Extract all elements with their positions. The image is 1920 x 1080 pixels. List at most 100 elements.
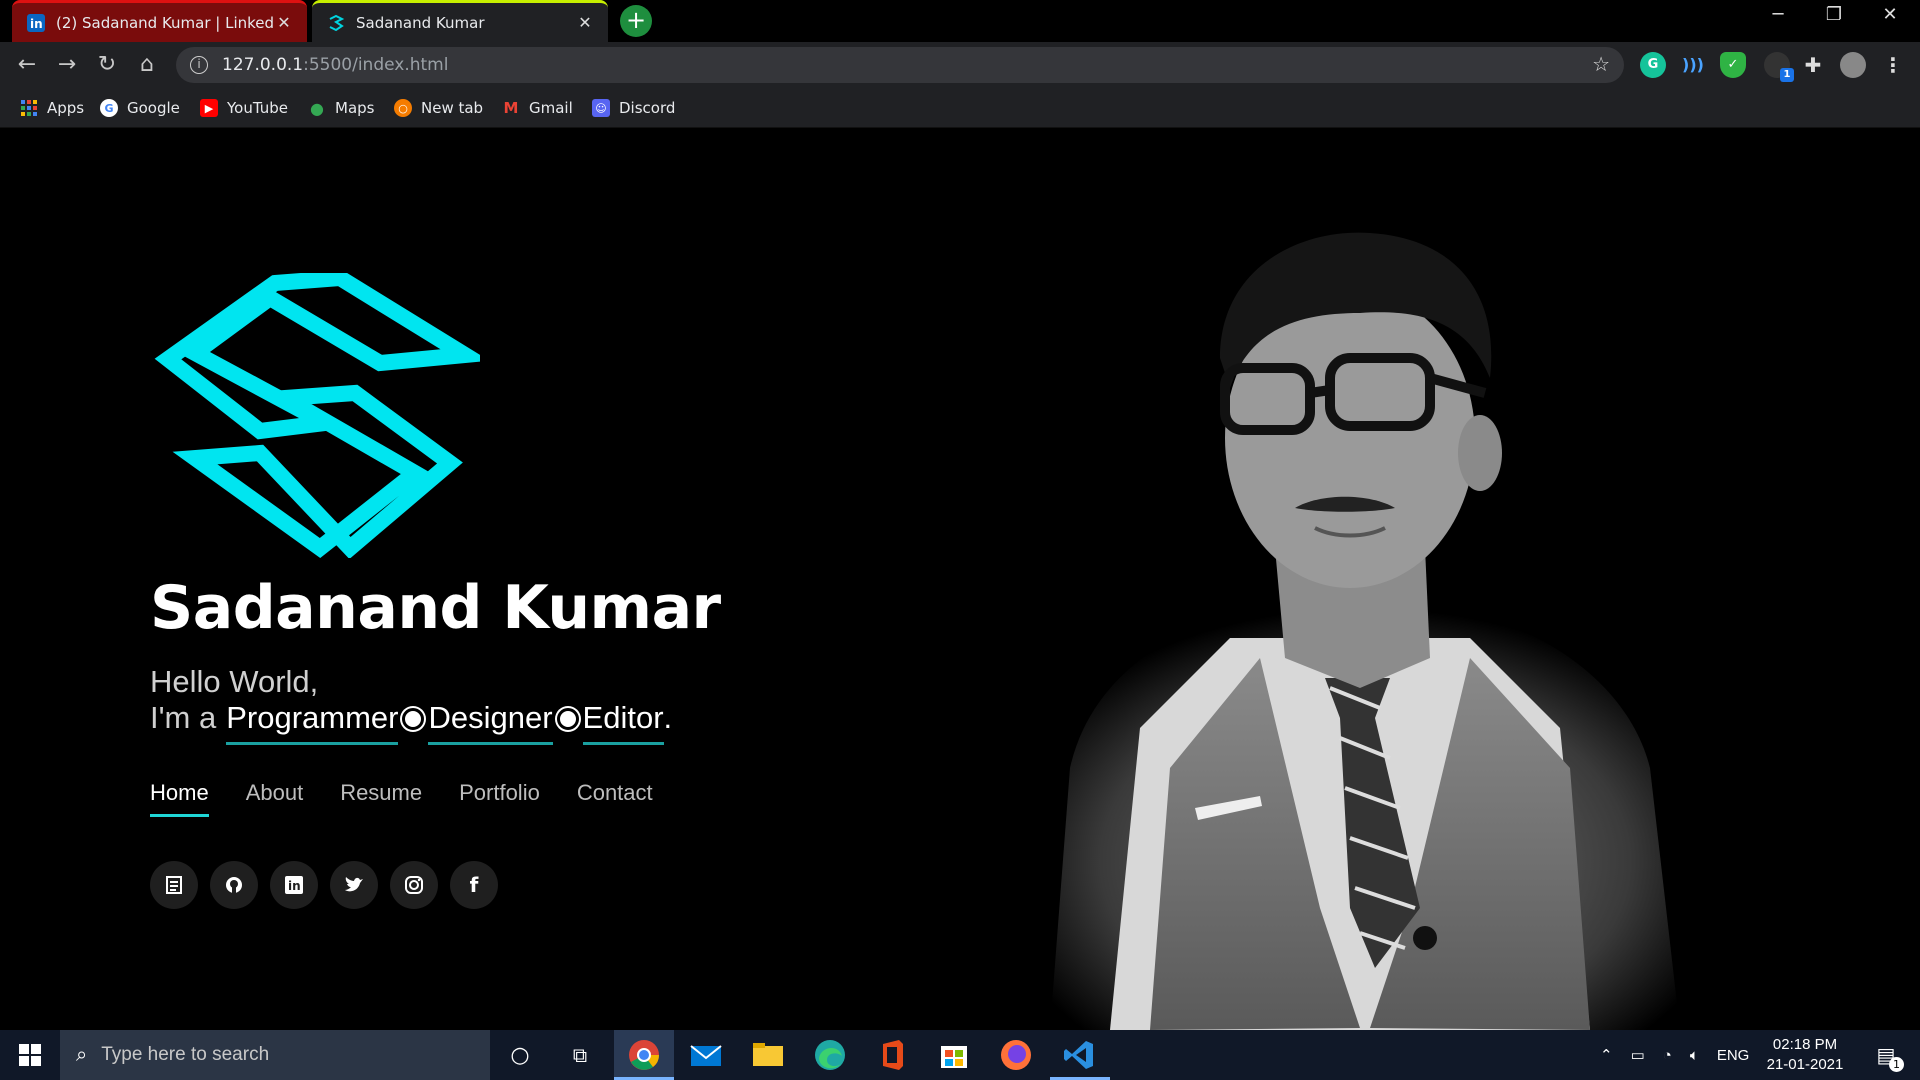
tab-linkedin[interactable]: in (2) Sadanand Kumar | LinkedIn ✕ <box>12 0 307 42</box>
close-icon[interactable]: ✕ <box>275 13 293 32</box>
maps-pin-icon: ● <box>310 98 324 118</box>
office-icon[interactable] <box>875 1038 909 1072</box>
bookmark-discord[interactable]: ☺ Discord <box>592 96 675 120</box>
search-icon: ⌕ <box>76 1043 88 1066</box>
more-menu-icon[interactable]: ⋮ <box>1880 52 1906 78</box>
extension-badge-icon[interactable]: 1 <box>1764 52 1794 82</box>
reload-icon[interactable]: ↻ <box>92 50 122 80</box>
s-logo-icon <box>326 13 346 33</box>
notification-icon[interactable]: ▤ 1 <box>1866 1030 1906 1080</box>
tab-sadanand[interactable]: Sadanand Kumar ✕ <box>312 0 608 42</box>
url-path: :5500/index.html <box>303 55 449 75</box>
tab-title: (2) Sadanand Kumar | LinkedIn <box>56 13 275 32</box>
profile-photo <box>1050 232 1680 1030</box>
bookmark-label: New tab <box>421 99 484 117</box>
window-close-icon[interactable]: ✕ <box>1870 4 1910 25</box>
language-indicator[interactable]: ENG <box>1717 1047 1750 1064</box>
social-links: in f <box>150 861 498 909</box>
cortana-icon[interactable]: ○ <box>500 1030 540 1080</box>
clock[interactable]: 02:18 PM 21-01-2021 <box>1760 1035 1850 1075</box>
facebook-icon[interactable]: f <box>450 861 498 909</box>
restore-icon[interactable]: ❐ <box>1814 4 1854 25</box>
chevron-up-icon[interactable]: ⌃ <box>1600 1046 1613 1064</box>
role-editor: Editor <box>582 700 664 745</box>
file-explorer-icon[interactable] <box>751 1038 785 1072</box>
chrome-icon[interactable] <box>627 1038 661 1072</box>
nav-portfolio[interactable]: Portfolio <box>459 780 540 817</box>
bookmark-label: Gmail <box>529 99 573 117</box>
separator-dot <box>556 708 579 730</box>
wifi-icon[interactable]: ◔ <box>1663 1047 1672 1064</box>
new-tab-button[interactable]: + <box>620 5 652 37</box>
bookmark-label: Apps <box>47 99 85 117</box>
bookmark-apps[interactable]: Apps <box>20 96 84 120</box>
nav-contact[interactable]: Contact <box>577 780 653 817</box>
windows-start-icon[interactable] <box>0 1030 60 1080</box>
bookmarks-bar: Apps G Google ▶ YouTube ● Maps ○ New tab… <box>0 88 1920 128</box>
puzzle-icon[interactable]: ✚ <box>1800 52 1826 78</box>
bookmark-label: Discord <box>619 99 676 117</box>
date: 21-01-2021 <box>1766 1056 1844 1073</box>
minimize-icon[interactable]: ─ <box>1758 4 1798 25</box>
new-tab-icon: ○ <box>394 99 412 117</box>
bookmark-new-tab[interactable]: ○ New tab <box>394 96 483 120</box>
notification-count: 1 <box>1889 1057 1904 1072</box>
nav-home[interactable]: Home <box>150 780 209 817</box>
document-icon[interactable] <box>150 861 198 909</box>
shield-icon[interactable]: ✓ <box>1720 52 1746 78</box>
avatar[interactable] <box>1840 52 1866 78</box>
period: . <box>663 700 673 735</box>
bookmark-gmail[interactable]: M Gmail <box>502 96 573 120</box>
mail-icon[interactable] <box>689 1038 723 1072</box>
time: 02:18 PM <box>1772 1036 1838 1053</box>
grammarly-icon[interactable]: G <box>1640 52 1666 78</box>
info-icon[interactable]: i <box>190 56 208 74</box>
site-nav: Home About Resume Portfolio Contact <box>150 780 653 817</box>
site-name: Sadanand Kumar <box>150 573 721 643</box>
im-a-text: I'm a <box>150 700 217 735</box>
svg-text:in: in <box>288 879 301 893</box>
bookmark-youtube[interactable]: ▶ YouTube <box>200 96 288 120</box>
github-icon[interactable] <box>210 861 258 909</box>
role-designer: Designer <box>428 700 553 745</box>
gmail-icon: M <box>503 99 519 117</box>
roles-line: I'm a Programmer Designer Editor . <box>150 700 672 745</box>
bookmark-star-icon[interactable]: ☆ <box>1592 52 1610 76</box>
battery-icon[interactable]: ▭ <box>1631 1046 1645 1064</box>
url-host: 127.0.0.1 <box>222 55 304 75</box>
linkedin-icon: in <box>26 13 46 33</box>
omnibar: ← → ↻ ⌂ i 127.0.0.1 :5500/index.html ☆ G… <box>0 42 1920 88</box>
instagram-icon[interactable] <box>390 861 438 909</box>
s-logo-icon <box>154 273 480 558</box>
bookmark-maps[interactable]: ● Maps <box>308 96 374 120</box>
discord-icon: ☺ <box>592 99 610 117</box>
twitter-icon[interactable] <box>330 861 378 909</box>
bookmark-label: Google <box>127 99 180 117</box>
portfolio-page: Sadanand Kumar Hello World, I'm a Progra… <box>0 128 1920 1030</box>
volume-icon[interactable]: 🔈︎ <box>1690 1047 1699 1064</box>
extension-badge: 1 <box>1780 68 1794 82</box>
vscode-icon[interactable] <box>1062 1038 1096 1072</box>
role-programmer: Programmer <box>226 700 399 745</box>
close-icon[interactable]: ✕ <box>576 13 594 32</box>
system-tray: ⌃ ▭ ◔ 🔈︎ ENG <box>1600 1030 1749 1080</box>
browser-chrome: in (2) Sadanand Kumar | LinkedIn ✕ Sadan… <box>0 0 1920 128</box>
youtube-icon: ▶ <box>200 99 218 117</box>
task-view-icon[interactable]: ⧉ <box>560 1030 600 1080</box>
taskbar-search[interactable]: ⌕ Type here to search <box>60 1030 490 1080</box>
firefox-icon[interactable] <box>999 1038 1033 1072</box>
apps-grid-icon <box>20 99 38 117</box>
read-aloud-icon[interactable]: ))) <box>1680 52 1706 78</box>
store-icon[interactable] <box>937 1038 971 1072</box>
nav-about[interactable]: About <box>246 780 304 817</box>
nav-resume[interactable]: Resume <box>340 780 422 817</box>
back-icon[interactable]: ← <box>12 50 42 80</box>
bookmark-label: YouTube <box>227 99 288 117</box>
linkedin-icon[interactable]: in <box>270 861 318 909</box>
bookmark-google[interactable]: G Google <box>100 96 180 120</box>
address-bar[interactable]: i 127.0.0.1 :5500/index.html ☆ <box>176 47 1624 83</box>
tab-title: Sadanand Kumar <box>356 13 485 32</box>
home-icon[interactable]: ⌂ <box>132 50 162 80</box>
forward-icon[interactable]: → <box>52 50 82 80</box>
edge-icon[interactable] <box>813 1038 847 1072</box>
